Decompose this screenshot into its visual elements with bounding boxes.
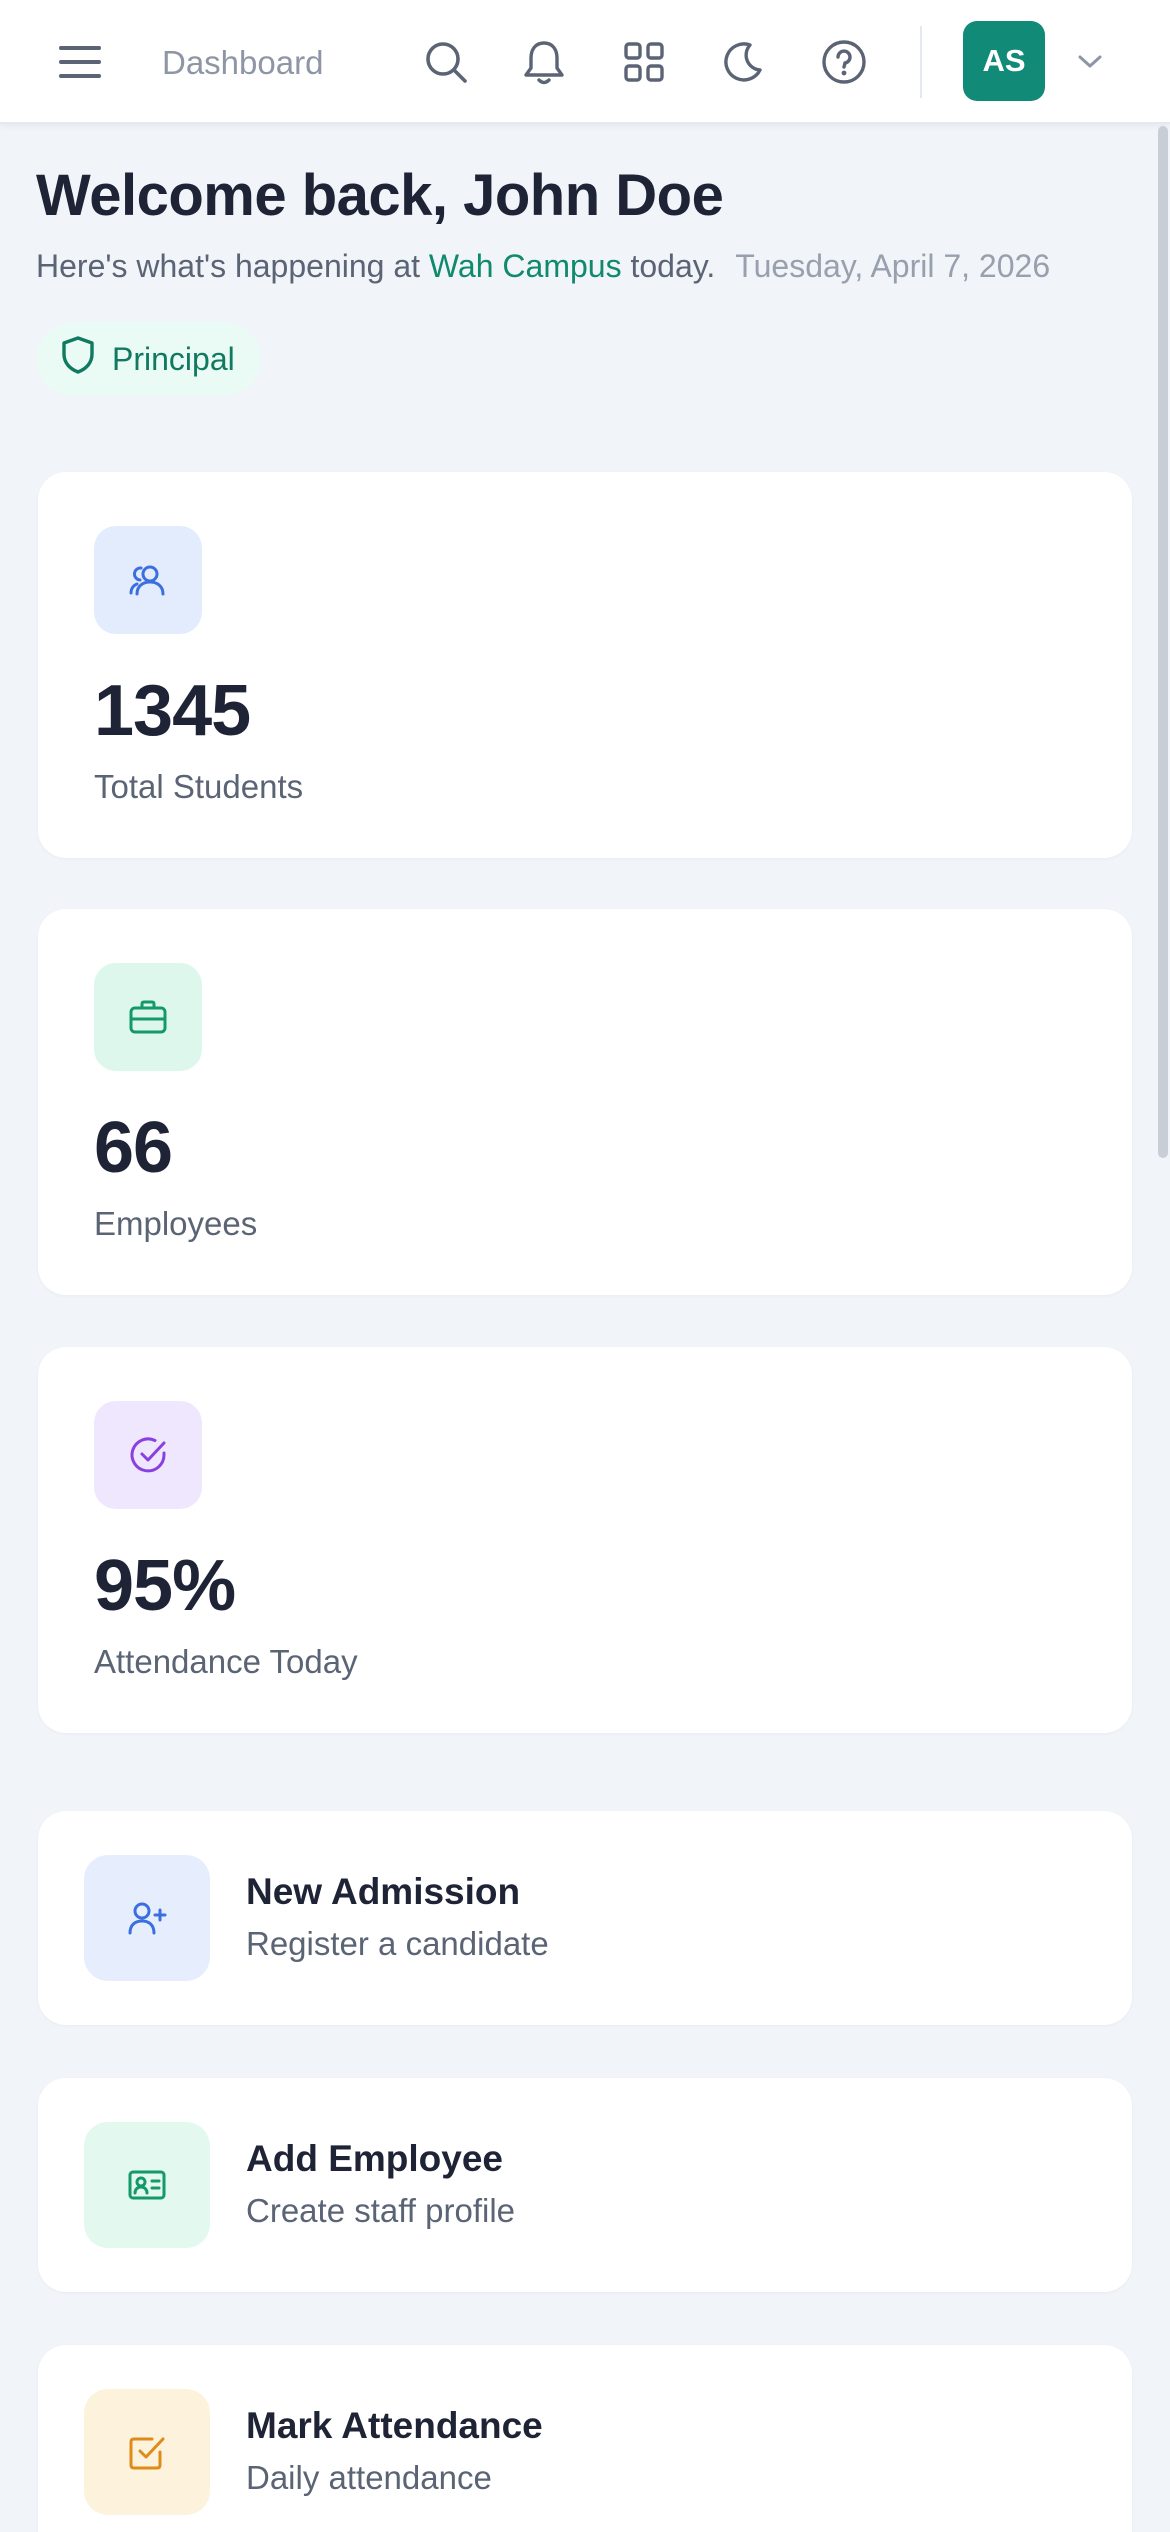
action-subtitle: Daily attendance — [246, 2459, 492, 2496]
action-title: Mark Attendance — [246, 2405, 543, 2446]
menu-icon[interactable] — [52, 36, 108, 88]
top-bar: Dashboard AS — [0, 0, 1170, 124]
shield-icon — [60, 335, 96, 383]
stat-value: 1345 — [94, 671, 251, 751]
chevron-down-icon[interactable] — [1072, 48, 1108, 76]
subtitle-suffix: today. — [621, 248, 716, 284]
moon-icon[interactable] — [716, 36, 768, 88]
subtitle-prefix: Here's what's happening at — [36, 248, 429, 284]
action-title: New Admission — [246, 1871, 521, 1912]
avatar[interactable]: AS — [963, 21, 1045, 101]
stat-card-employees[interactable]: 66 Employees — [38, 909, 1132, 1295]
scrollbar[interactable] — [1158, 126, 1168, 1158]
stat-value: 66 — [94, 1108, 173, 1188]
users-icon — [94, 526, 202, 634]
stat-card-students[interactable]: 1345 Total Students — [38, 472, 1132, 858]
page-title: Welcome back, John Doe — [36, 163, 724, 228]
user-plus-icon — [84, 1855, 210, 1981]
stat-value: 95% — [94, 1546, 236, 1626]
action-add-employee[interactable]: Add Employee Create staff profile — [38, 2078, 1132, 2292]
id-card-icon — [84, 2122, 210, 2248]
welcome-subtitle: Here's what's happening at Wah Campus to… — [36, 248, 1050, 285]
action-new-admission[interactable]: New Admission Register a candidate — [38, 1811, 1132, 2025]
stat-label: Total Students — [94, 768, 304, 805]
search-icon[interactable] — [420, 36, 472, 88]
action-title: Add Employee — [246, 2138, 503, 2179]
grid-icon[interactable] — [618, 36, 670, 88]
check-square-icon — [84, 2389, 210, 2515]
bell-icon[interactable] — [518, 34, 570, 90]
role-label: Principal — [112, 340, 235, 377]
stat-label: Attendance Today — [94, 1643, 358, 1680]
action-subtitle: Register a candidate — [246, 1925, 549, 1962]
action-mark-attendance[interactable]: Mark Attendance Daily attendance — [38, 2345, 1132, 2532]
briefcase-icon — [94, 963, 202, 1071]
breadcrumb: Dashboard — [162, 44, 324, 81]
help-icon[interactable] — [818, 36, 870, 88]
stat-label: Employees — [94, 1205, 258, 1242]
current-date: Tuesday, April 7, 2026 — [735, 248, 1051, 284]
campus-name: Wah Campus — [428, 248, 622, 284]
role-badge: Principal — [36, 322, 261, 396]
action-subtitle: Create staff profile — [246, 2192, 516, 2229]
stat-card-attendance[interactable]: 95% Attendance Today — [38, 1347, 1132, 1733]
check-circle-icon — [94, 1401, 202, 1509]
topbar-divider — [920, 26, 922, 98]
